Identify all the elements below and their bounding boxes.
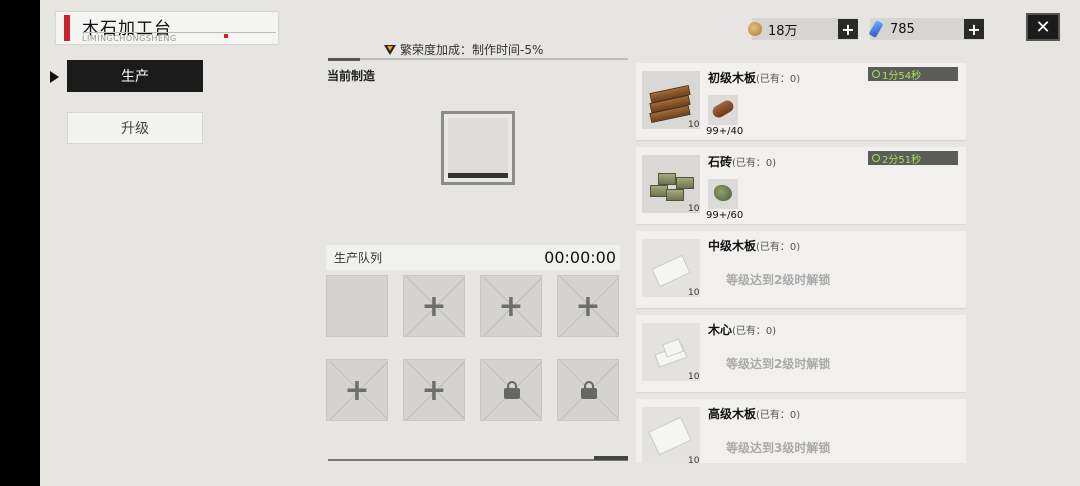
ghost-plank-shape [648,416,692,456]
stone-shape [714,185,732,201]
unlock-requirement: 等级达到2级时解锁 [726,273,831,287]
gem-counter: 785 + [868,18,984,40]
recipe-item-primary-plank[interactable]: 10 初级木板(已有：0) 1分54秒 99+/40 [636,63,966,140]
advanced-plank-icon [642,407,700,463]
title-accent-bar [64,15,70,41]
queue-timer: 00:00:00 [544,248,616,267]
recipe-item-wood-core[interactable]: 10 木心(已有：0) 等级达到2级时解锁 [636,315,966,392]
material-count: 99+/40 [706,126,744,137]
queue-slot-8-locked[interactable] [557,359,619,421]
recipe-yield: 10 [688,120,700,130]
recipe-timer: 2分51秒 [868,151,958,166]
queue-slot-4[interactable]: + [557,275,619,337]
gem-amount: 785 [890,21,915,37]
workbench-screen: 木石加工台 LIMINGCHONGSHENG 生产 升级 繁荣度加成：制作时间-… [40,0,1080,486]
brick-shape [658,173,676,185]
recipe-owned: (已有：0) [756,410,801,421]
recipe-name: 高级木板(已有：0) [708,405,800,422]
boost-text: 繁荣度加成：制作时间-5% [400,43,544,57]
recipe-name-text: 高级木板 [708,407,757,421]
unlock-requirement: 等级达到2级时解锁 [726,357,831,371]
material-count: 99+/60 [706,210,744,221]
recipe-yield: 10 [688,372,700,382]
recipe-owned: (已有：0) [732,326,777,337]
title-dot [224,34,228,38]
tab-produce[interactable]: 生产 [67,60,203,92]
lock-icon [504,381,520,399]
current-progress-bar [448,173,508,178]
recipe-name-text: 木心 [708,323,733,337]
gem-icon [868,20,884,38]
clock-icon [872,154,880,162]
log-shape [710,98,736,120]
active-tab-arrow-icon [50,71,59,83]
recipe-owned: (已有：0) [756,242,801,253]
add-slot-icon: + [575,288,601,324]
close-button[interactable]: ✕ [1026,13,1060,41]
recipe-yield: 10 [688,288,700,298]
boost-icon [384,44,396,56]
brick-shape [666,189,684,201]
lock-icon [581,381,597,399]
title-underline [82,32,276,33]
ghost-plank-shape [651,254,691,288]
queue-slot-1[interactable] [326,275,388,337]
material-stone-icon [708,179,738,209]
queue-title: 生产队列 [334,251,383,265]
recipe-timer-text: 2分51秒 [882,154,922,166]
recipe-name: 木心(已有：0) [708,321,776,338]
tab-upgrade[interactable]: 升级 [67,112,203,144]
recipe-name: 初级木板(已有：0) [708,69,800,86]
brick-shape [676,177,694,189]
recipe-name-text: 石砖 [708,155,733,169]
queue-slot-2[interactable]: + [403,275,465,337]
recipe-name: 中级木板(已有：0) [708,237,800,254]
current-slot-inner [448,118,508,178]
coin-counter: 18万 + [748,18,858,40]
recipe-name-text: 初级木板 [708,71,757,85]
queue-slot-3[interactable]: + [480,275,542,337]
add-slot-icon: + [421,372,447,408]
clock-icon [872,70,880,78]
recipe-owned: (已有：0) [732,158,777,169]
queue-slot-5[interactable]: + [326,359,388,421]
recipe-yield: 10 [688,456,700,463]
recipe-yield: 10 [688,204,700,214]
bottom-divider [328,456,628,461]
coin-icon [748,22,762,36]
material-log-icon [708,95,738,125]
add-coins-button[interactable]: + [838,19,858,39]
recipe-timer-text: 1分54秒 [882,70,922,82]
recipe-list[interactable]: 10 初级木板(已有：0) 1分54秒 99+/40 10 石砖(已有：0) 2… [636,63,966,463]
coin-amount: 18万 [768,23,798,39]
queue-slot-6[interactable]: + [403,359,465,421]
add-gems-button[interactable]: + [964,19,984,39]
page-subtitle: LIMINGCHONGSHENG [82,34,177,43]
current-build-label: 当前制造 [327,69,376,83]
unlock-requirement: 等级达到3级时解锁 [726,441,831,455]
recipe-name-text: 中级木板 [708,239,757,253]
recipe-item-stone-brick[interactable]: 10 石砖(已有：0) 2分51秒 99+/60 [636,147,966,224]
add-slot-icon: + [344,372,370,408]
prosperity-boost: 繁荣度加成：制作时间-5% [384,41,543,58]
recipe-timer: 1分54秒 [868,67,958,82]
recipe-item-mid-plank[interactable]: 10 中级木板(已有：0) 等级达到2级时解锁 [636,231,966,308]
add-slot-icon: + [421,288,447,324]
add-slot-icon: + [498,288,524,324]
queue-header: 生产队列 00:00:00 [326,245,620,270]
recipe-item-advanced-plank[interactable]: 10 高级木板(已有：0) 等级达到3级时解锁 [636,399,966,463]
title-block: 木石加工台 LIMINGCHONGSHENG [56,12,278,44]
boost-divider [328,58,628,61]
queue-slot-7-locked[interactable] [480,359,542,421]
current-build-slot [441,111,515,185]
recipe-name: 石砖(已有：0) [708,153,776,170]
recipe-owned: (已有：0) [756,74,801,85]
